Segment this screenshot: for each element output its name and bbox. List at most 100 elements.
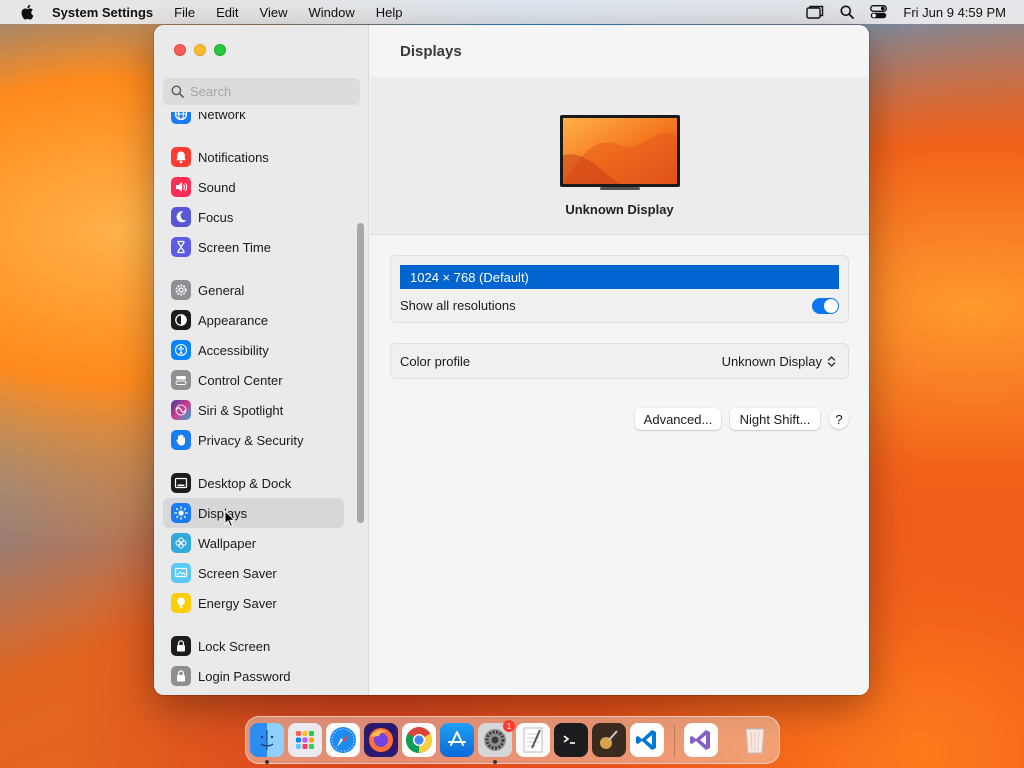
lock-icon <box>171 636 191 656</box>
sidebar-item-label: Privacy & Security <box>198 432 304 448</box>
up-down-chevron-icon <box>827 356 836 367</box>
screen-time-icon <box>171 237 191 257</box>
vscode-icon[interactable] <box>630 723 664 757</box>
sidebar-item-login-password[interactable]: Login Password <box>163 661 344 691</box>
display-arrangement: Unknown Display <box>370 77 869 235</box>
focus-icon <box>171 207 191 227</box>
sidebar-item-privacy-security[interactable]: Privacy & Security <box>163 425 344 455</box>
sidebar-item-label: Displays <box>198 505 248 521</box>
system-settings-running-dot <box>493 760 497 764</box>
sidebar-item-focus[interactable]: Focus <box>163 202 344 232</box>
sidebar-item-label: Sound <box>198 179 236 195</box>
color-profile-select[interactable]: Unknown Display <box>722 354 836 369</box>
color-profile-value: Unknown Display <box>721 354 822 369</box>
sidebar-item-label: Notifications <box>198 149 269 165</box>
finder-running-dot <box>265 760 269 764</box>
color-profile-label: Color profile <box>400 354 471 369</box>
textedit-icon[interactable] <box>516 723 550 757</box>
sidebar-item-siri-spotlight[interactable]: Siri & Spotlight <box>163 395 344 425</box>
display-name: Unknown Display <box>565 202 674 217</box>
screen-saver-icon <box>171 563 191 583</box>
wallpaper-icon <box>171 533 191 553</box>
menu-window[interactable]: Window <box>308 5 354 20</box>
lightbulb-icon <box>171 593 191 613</box>
show-all-resolutions-toggle[interactable] <box>812 298 839 314</box>
siri-icon <box>171 400 191 420</box>
spotlight-search-icon[interactable] <box>840 5 855 19</box>
sidebar-item-energy-saver[interactable]: Energy Saver <box>163 588 344 618</box>
safari-icon[interactable] <box>326 723 360 757</box>
notifications-icon <box>171 147 191 167</box>
sidebar-item-label: Energy Saver <box>198 595 277 611</box>
zoom-window-button[interactable] <box>214 44 226 56</box>
apple-menu-icon[interactable] <box>18 4 38 20</box>
menu-edit[interactable]: Edit <box>216 5 238 20</box>
accessibility-icon <box>171 340 191 360</box>
menu-view[interactable]: View <box>260 5 288 20</box>
menu-clock[interactable]: Fri Jun 9 4:59 PM <box>903 5 1006 20</box>
dock: 1 <box>245 716 780 764</box>
sidebar-item-accessibility[interactable]: Accessibility <box>163 335 344 365</box>
gear-icon <box>171 280 191 300</box>
menu-app-name[interactable]: System Settings <box>52 5 153 20</box>
sidebar-item-label: Lock Screen <box>198 638 271 654</box>
trash-icon[interactable] <box>738 723 772 757</box>
launchpad-icon[interactable] <box>288 723 322 757</box>
sidebar-item-displays[interactable]: Displays <box>163 498 344 528</box>
search-icon <box>171 85 184 98</box>
show-all-resolutions-label: Show all resolutions <box>400 298 516 313</box>
menu-help[interactable]: Help <box>376 5 403 20</box>
instruments-icon[interactable] <box>592 723 626 757</box>
app-store-icon[interactable] <box>440 723 474 757</box>
menu-file[interactable]: File <box>174 5 195 20</box>
sidebar-item-desktop-dock[interactable]: Desktop & Dock <box>163 468 344 498</box>
sidebar-search[interactable] <box>163 78 360 105</box>
help-button[interactable]: ? <box>829 409 849 429</box>
resolution-option-selected[interactable]: 1024 × 768 (Default) <box>400 265 839 289</box>
network-icon <box>171 112 191 124</box>
night-shift-button[interactable]: Night Shift... <box>730 408 820 430</box>
dock-separator <box>674 725 675 757</box>
sidebar-item-appearance[interactable]: Appearance <box>163 305 344 335</box>
minimize-window-button[interactable] <box>194 44 206 56</box>
display-monitor-icon[interactable] <box>560 115 680 191</box>
menu-bar: System Settings File Edit View Window He… <box>0 0 1024 24</box>
mouse-pointer-icon <box>224 510 236 528</box>
sidebar-item-label: Siri & Spotlight <box>198 402 284 418</box>
finder-icon[interactable] <box>250 723 284 757</box>
terminal-icon[interactable] <box>554 723 588 757</box>
sidebar-item-label: Screen Saver <box>198 565 277 581</box>
hand-icon <box>171 430 191 450</box>
sun-icon <box>171 503 191 523</box>
sidebar-item-general[interactable]: General <box>163 275 344 305</box>
search-input[interactable] <box>190 84 350 99</box>
sidebar-item-label: Focus <box>198 209 234 225</box>
appearance-icon <box>171 310 191 330</box>
chrome-icon[interactable] <box>402 723 436 757</box>
sidebar-scrollbar[interactable] <box>357 223 364 523</box>
sidebar: Network Notifications Sound Focus <box>154 25 369 695</box>
screen-mirroring-icon[interactable] <box>806 5 824 19</box>
sidebar-item-screen-time[interactable]: Screen Time <box>163 232 344 262</box>
sidebar-item-wallpaper[interactable]: Wallpaper <box>163 528 344 558</box>
sidebar-list: Network Notifications Sound Focus Screen… <box>154 112 369 695</box>
resolution-group: 1024 × 768 (Default) Show all resolution… <box>390 255 849 323</box>
sidebar-item-label: Screen Time <box>198 239 271 255</box>
sidebar-item-label: Appearance <box>198 312 269 328</box>
page-title: Displays <box>400 43 462 60</box>
sidebar-item-notifications[interactable]: Notifications <box>163 142 344 172</box>
close-window-button[interactable] <box>174 44 186 56</box>
sidebar-item-label: Network <box>198 112 246 122</box>
password-lock-icon <box>171 666 191 686</box>
sidebar-item-screen-saver[interactable]: Screen Saver <box>163 558 344 588</box>
firefox-icon[interactable] <box>364 723 398 757</box>
sidebar-item-sound[interactable]: Sound <box>163 172 344 202</box>
system-settings-icon[interactable]: 1 <box>478 720 515 757</box>
control-center-menu-icon[interactable] <box>870 5 888 19</box>
sidebar-item-network[interactable]: Network <box>163 112 344 129</box>
advanced-button[interactable]: Advanced... <box>635 408 721 430</box>
sidebar-item-lock-screen[interactable]: Lock Screen <box>163 631 344 661</box>
visual-studio-icon[interactable] <box>684 723 718 757</box>
control-center-icon <box>171 370 191 390</box>
sidebar-item-control-center[interactable]: Control Center <box>163 365 344 395</box>
